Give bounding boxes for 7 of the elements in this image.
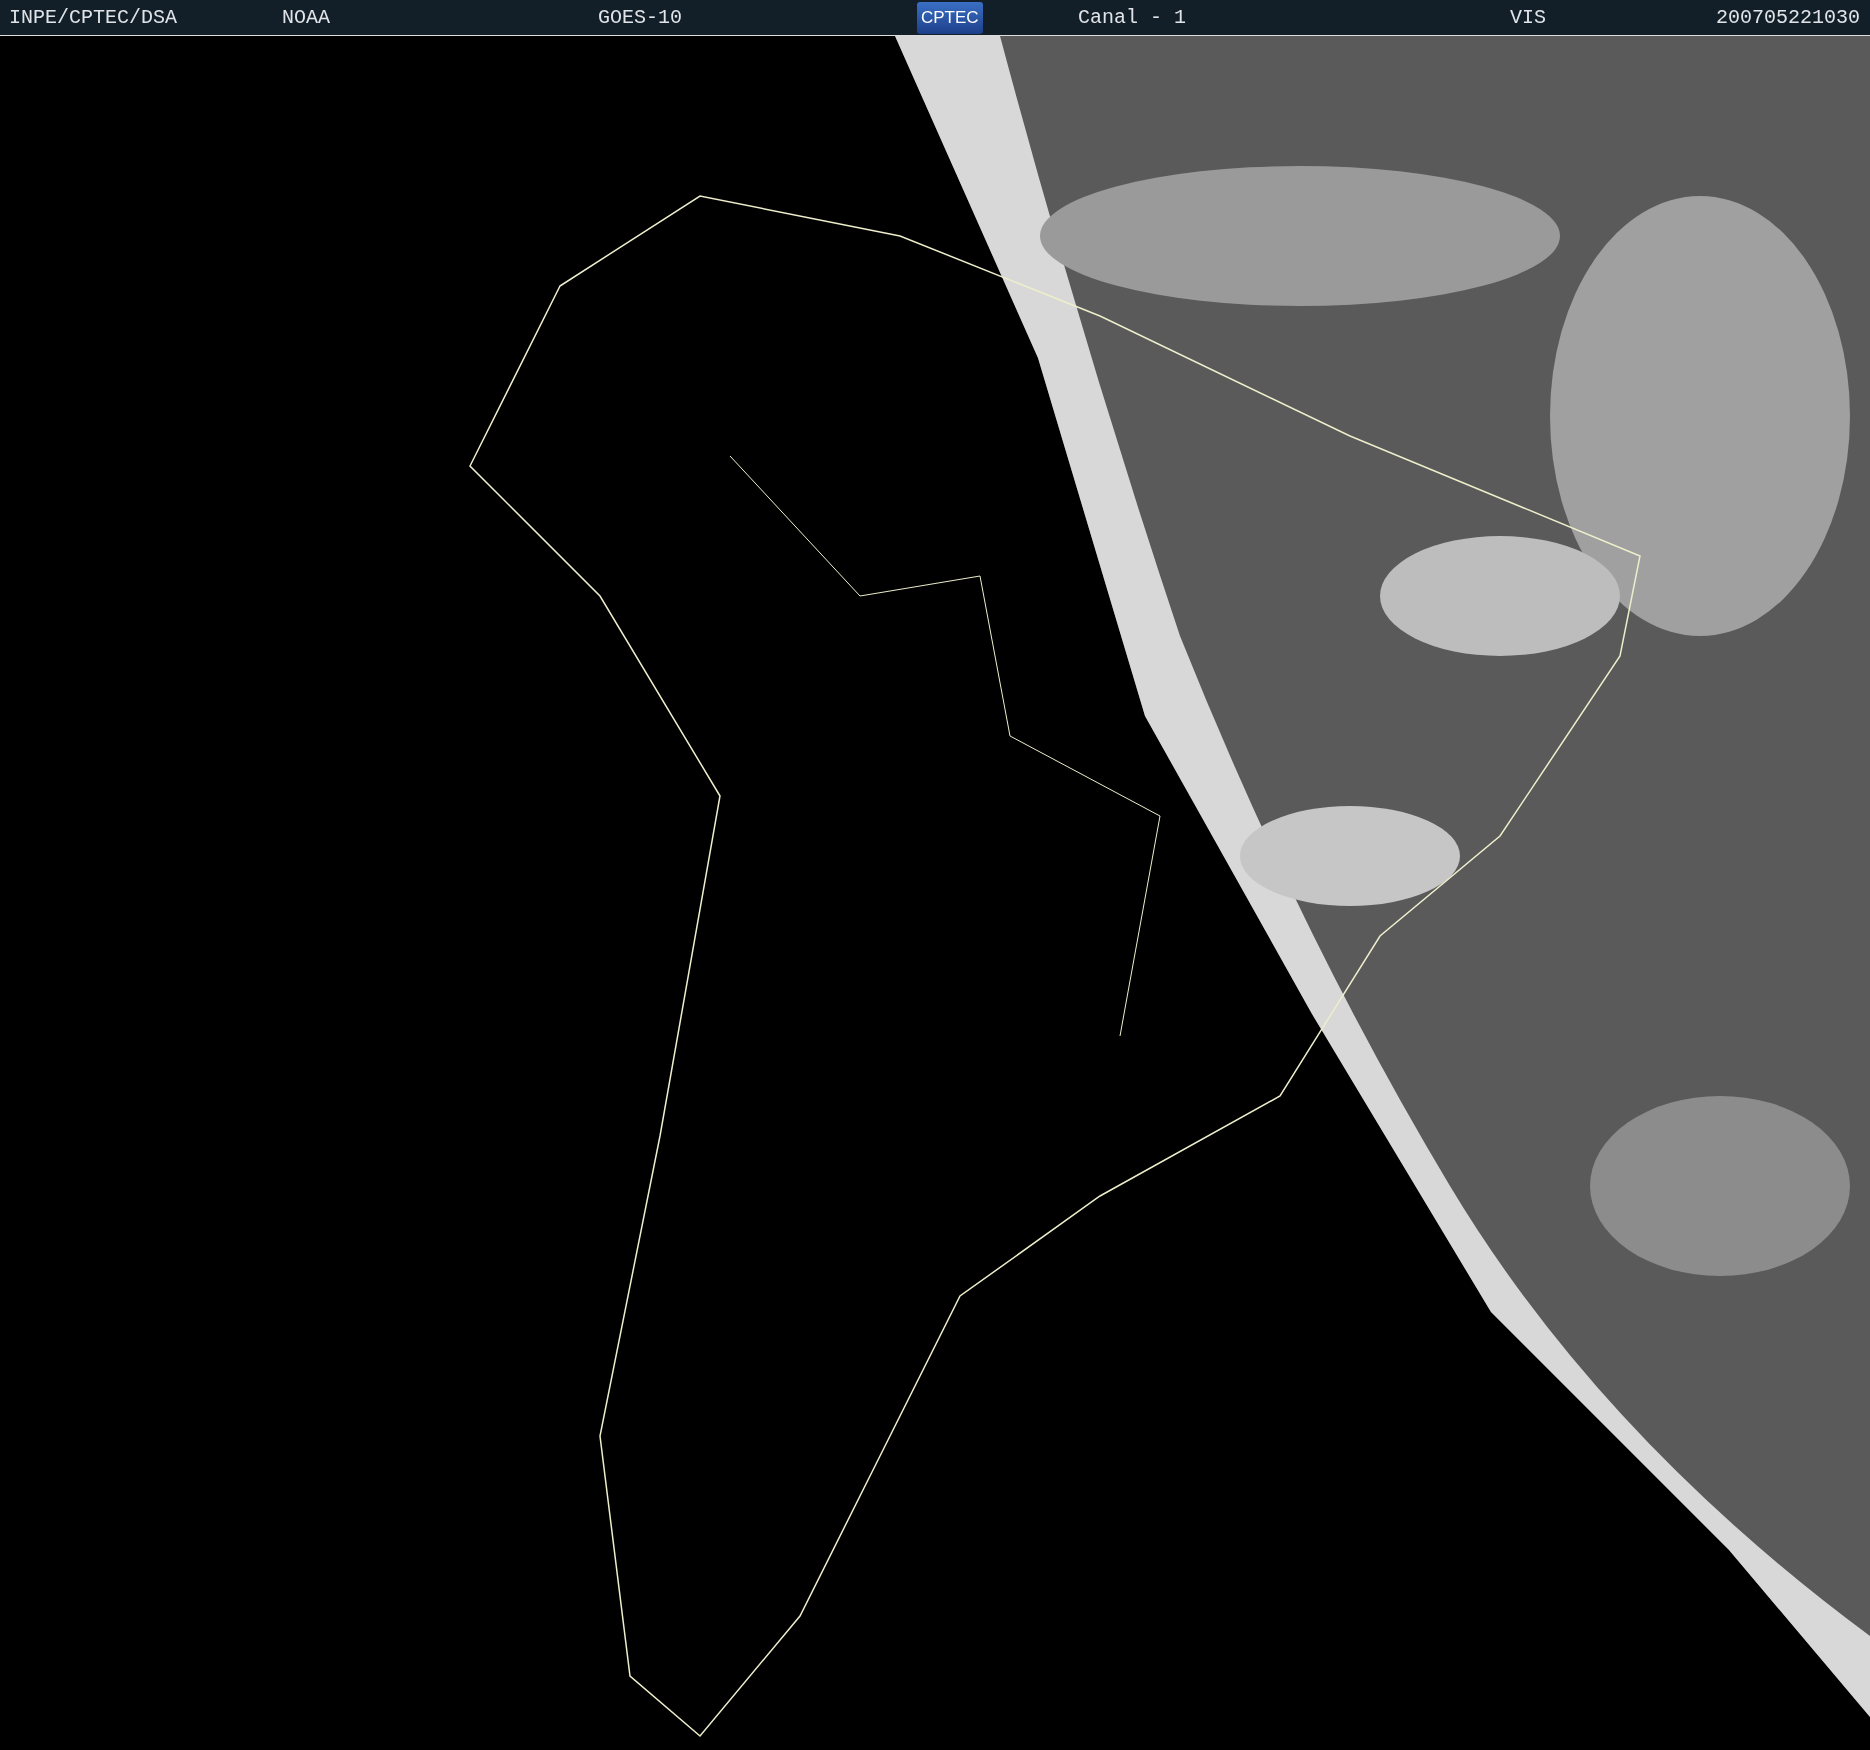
header-label: INPE/CPTEC/DSA [9,6,178,29]
header-label: GOES-10 [598,6,682,29]
logo: CPTEC [917,1,983,34]
header-label: VIS [1510,6,1546,29]
header-label: 200705221030 [1715,6,1860,29]
header-label: NOAA [282,6,330,29]
header-label: Canal - 1 [1078,6,1187,29]
